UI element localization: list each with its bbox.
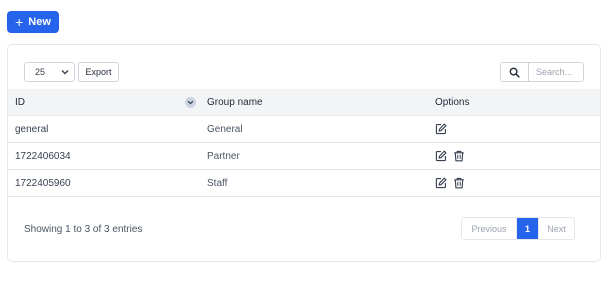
table-info: Showing 1 to 3 of 3 entries <box>24 224 143 235</box>
column-header-id[interactable]: ID <box>15 89 25 116</box>
column-header-options: Options <box>435 97 470 108</box>
groups-table-card: 25 Export ID Group name Options general … <box>7 44 601 262</box>
row-group-name: General <box>207 124 243 135</box>
chevron-down-icon <box>61 70 69 75</box>
new-button[interactable]: + New <box>7 11 59 33</box>
page-1-button[interactable]: 1 <box>517 218 538 239</box>
table-header: ID Group name Options <box>8 89 600 116</box>
table-row: 1722406034 Partner <box>8 143 600 170</box>
row-id: general <box>15 124 49 135</box>
row-id: 1722405960 <box>15 178 71 189</box>
next-page-button[interactable]: Next <box>538 218 574 239</box>
search-icon[interactable] <box>501 63 529 81</box>
edit-icon[interactable] <box>435 177 447 189</box>
column-header-group-name[interactable]: Group name <box>207 89 263 116</box>
search-input[interactable] <box>529 63 583 81</box>
table-row: 1722405960 Staff <box>8 170 600 197</box>
sort-chevron-icon[interactable] <box>185 97 196 108</box>
trash-icon[interactable] <box>453 150 465 162</box>
row-id: 1722406034 <box>15 151 71 162</box>
table-row: general General <box>8 116 600 143</box>
pagination: Previous 1 Next <box>461 217 575 240</box>
export-button[interactable]: Export <box>78 62 119 82</box>
search-box <box>500 62 584 82</box>
edit-icon[interactable] <box>435 123 447 135</box>
page-length-select[interactable]: 25 <box>24 62 75 82</box>
page-length-value: 25 <box>35 67 46 77</box>
trash-icon[interactable] <box>453 177 465 189</box>
previous-page-button[interactable]: Previous <box>462 218 517 239</box>
row-group-name: Staff <box>207 178 228 189</box>
new-button-label: New <box>28 16 51 28</box>
plus-icon: + <box>15 13 24 30</box>
export-button-label: Export <box>85 67 112 77</box>
row-group-name: Partner <box>207 151 240 162</box>
edit-icon[interactable] <box>435 150 447 162</box>
